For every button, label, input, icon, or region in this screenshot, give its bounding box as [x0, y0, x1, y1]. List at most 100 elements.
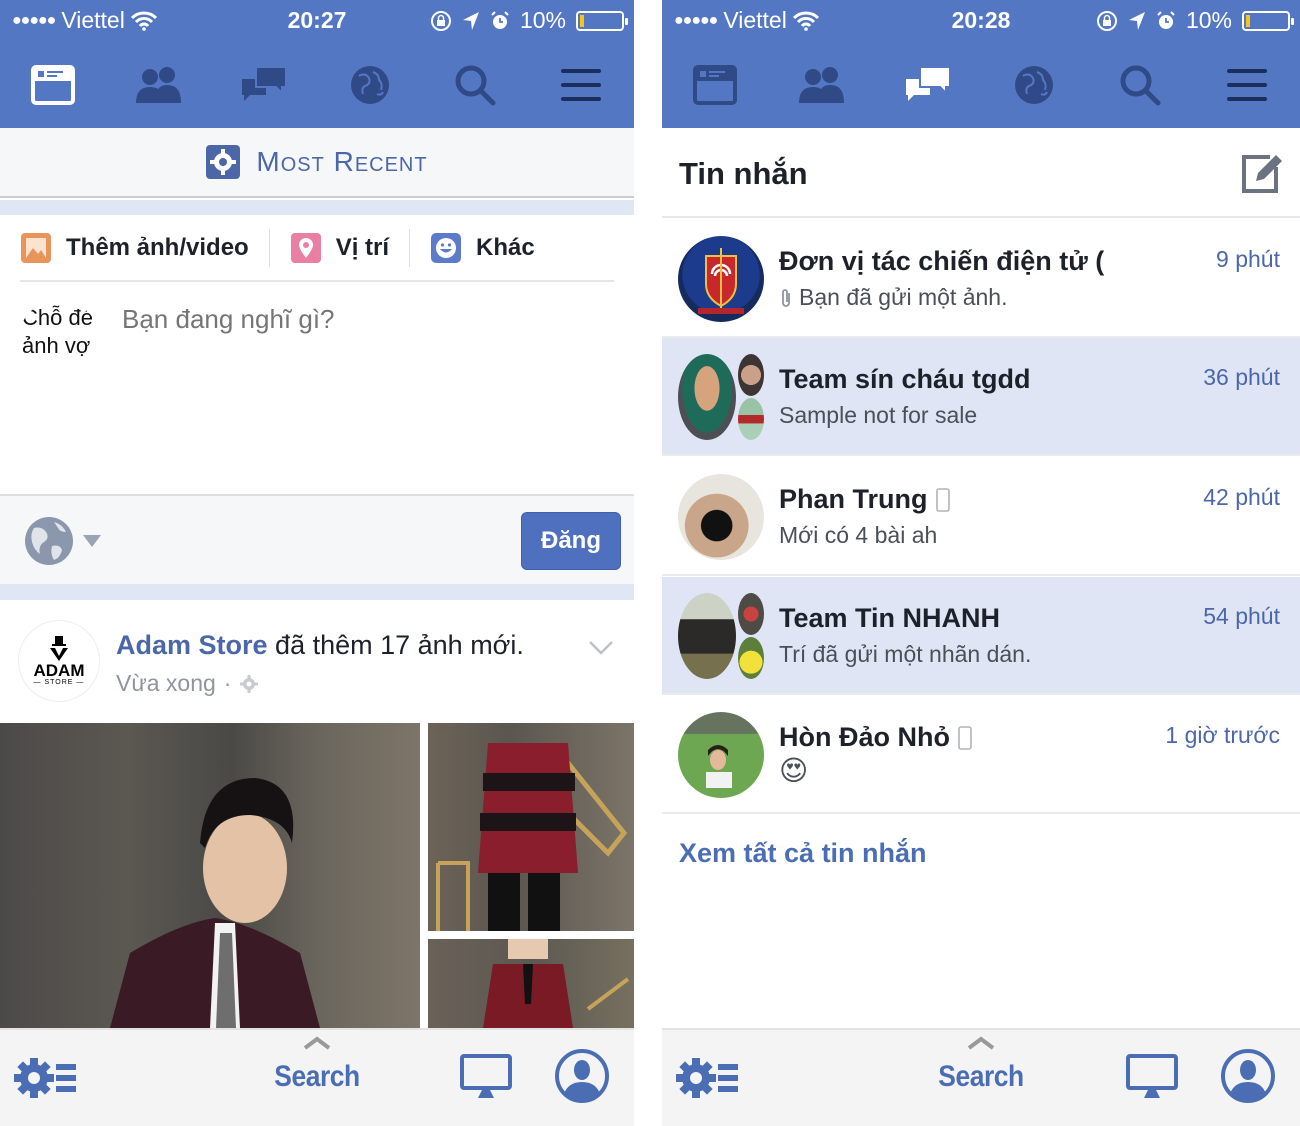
nav-search[interactable] [445, 55, 505, 115]
top-bar: ●●●●● Viettel 20:28 10% [662, 0, 1300, 128]
nav-messages[interactable] [234, 55, 294, 115]
thread-time: 1 giờ trước [1165, 722, 1280, 748]
monitor-icon [1126, 1054, 1178, 1098]
message-thread[interactable]: Hòn Đảo Nhỏ 😍 1 giờ trước [662, 696, 1300, 814]
chevron-down-icon [589, 641, 613, 655]
compose-message-button[interactable] [1240, 153, 1282, 200]
search-icon [1120, 65, 1161, 106]
composer: Chỗ đé ảnh vợ [0, 282, 634, 494]
nav-friend-requests[interactable] [128, 55, 188, 115]
alarm-icon [491, 10, 509, 29]
settings-list-icon [676, 1058, 738, 1098]
story-options-button[interactable] [588, 640, 614, 661]
search-button[interactable]: Search [274, 1060, 360, 1094]
location-arrow-icon [462, 11, 479, 30]
hamburger-menu-icon [561, 69, 602, 101]
rotation-lock-icon [1096, 10, 1117, 31]
location-arrow-icon [1128, 11, 1145, 30]
photo-icon [21, 233, 51, 263]
main-nav [662, 42, 1300, 128]
thread-avatar [678, 236, 764, 322]
settings-button[interactable] [676, 1056, 740, 1105]
nav-news-feed[interactable] [685, 55, 745, 115]
dropdown-triangle-icon [83, 535, 101, 547]
top-bar: ●●●●● Viettel 20:27 10% [0, 0, 634, 128]
nav-menu[interactable] [1217, 55, 1277, 115]
location-pin-icon [290, 233, 321, 263]
message-thread[interactable]: Team Tin NHANH Trí đã gửi một nhãn dán. … [662, 577, 1300, 695]
status-input[interactable] [122, 304, 602, 335]
feed-separator [0, 200, 634, 215]
nav-messages[interactable] [898, 55, 958, 115]
desktop-site-button[interactable] [1126, 1054, 1178, 1105]
post-bar: Đăng [0, 494, 634, 584]
chevron-up-icon[interactable] [967, 1036, 995, 1050]
nav-notifications[interactable] [1004, 55, 1064, 115]
most-recent-filter[interactable]: Most Recent [0, 128, 634, 198]
photo-3[interactable] [428, 939, 634, 1028]
photo-1[interactable] [0, 723, 420, 1028]
heart-eyes-emoji: 😍 [779, 755, 809, 786]
profile-button[interactable] [1220, 1048, 1276, 1109]
privacy-selector[interactable] [24, 516, 102, 566]
page-name-link[interactable]: Adam Store [116, 630, 268, 660]
photo-2[interactable] [428, 723, 634, 931]
nav-menu[interactable] [551, 55, 611, 115]
settings-gear-icon [240, 674, 259, 693]
alarm-icon [1157, 10, 1175, 29]
thread-avatar [678, 474, 764, 560]
chat-bubbles-icon [242, 66, 288, 101]
friends-icon [136, 67, 182, 103]
composer-actions: Thêm ảnh/video Vị trí Khác [0, 215, 634, 281]
globe-icon [25, 517, 73, 565]
story-title: Adam Store đã thêm 17 ảnh mới. [116, 630, 524, 660]
globe-icon [350, 66, 389, 104]
chevron-up-icon[interactable] [303, 1036, 331, 1050]
settings-button[interactable] [14, 1056, 78, 1105]
bottom-toolbar: Search [0, 1028, 634, 1126]
divider [409, 229, 411, 267]
user-profile-icon [1221, 1049, 1275, 1103]
search-icon [455, 65, 496, 106]
profile-button[interactable] [554, 1048, 610, 1109]
location-button[interactable]: Vị trí [290, 232, 409, 264]
battery-icon [1242, 10, 1294, 31]
more-button[interactable]: Khác [430, 232, 555, 264]
message-thread[interactable]: Đơn vị tác chiến điện tử ( Bạn đã gửi mộ… [662, 220, 1300, 338]
battery-percent: 10% [519, 7, 566, 33]
page-title: Tin nhắn [679, 156, 808, 191]
page-avatar[interactable]: ADAM — STORE — [18, 620, 100, 702]
monitor-icon [460, 1054, 512, 1098]
attachment-icon [782, 288, 790, 307]
story-meta: Vừa xong · [116, 670, 259, 697]
post-button[interactable]: Đăng [521, 512, 621, 570]
news-feed-icon [693, 65, 738, 105]
add-photo-video-button[interactable]: Thêm ảnh/video [20, 232, 269, 264]
story-time[interactable]: Vừa xong [116, 670, 216, 697]
mobile-phone-icon [935, 487, 950, 512]
striped-coat-photo [436, 743, 628, 931]
globe-icon [1015, 66, 1054, 104]
status-bar: ●●●●● Viettel 20:28 10% [662, 0, 1300, 42]
compose-icon [1242, 155, 1282, 193]
message-thread[interactable]: Phan Trung Mới có 4 bài ah 42 phút [662, 458, 1300, 576]
messages-header: Tin nhắn [662, 128, 1300, 218]
nav-notifications[interactable] [340, 55, 400, 115]
see-all-messages-link[interactable]: Xem tất cả tin nhắn [679, 838, 927, 869]
search-button[interactable]: Search [938, 1060, 1024, 1094]
nav-friend-requests[interactable] [791, 55, 851, 115]
desktop-site-button[interactable] [460, 1054, 512, 1105]
top-hat-logo-icon [50, 636, 68, 661]
portrait-photo [110, 778, 320, 1028]
emblem-icon [698, 248, 744, 314]
nav-search[interactable] [1110, 55, 1170, 115]
most-recent-label: Most Recent [256, 146, 428, 177]
group-avatar [678, 354, 766, 440]
divider [268, 229, 270, 267]
news-feed-icon [30, 65, 75, 105]
nav-news-feed[interactable] [23, 55, 83, 115]
status-bar: ●●●●● Viettel 20:27 10% [0, 0, 634, 42]
person-photo [706, 745, 732, 788]
message-thread[interactable]: Team sín cháu tgdd Sample not for sale 3… [662, 338, 1300, 456]
user-avatar[interactable]: Chỗ đé ảnh vợ [18, 300, 100, 382]
